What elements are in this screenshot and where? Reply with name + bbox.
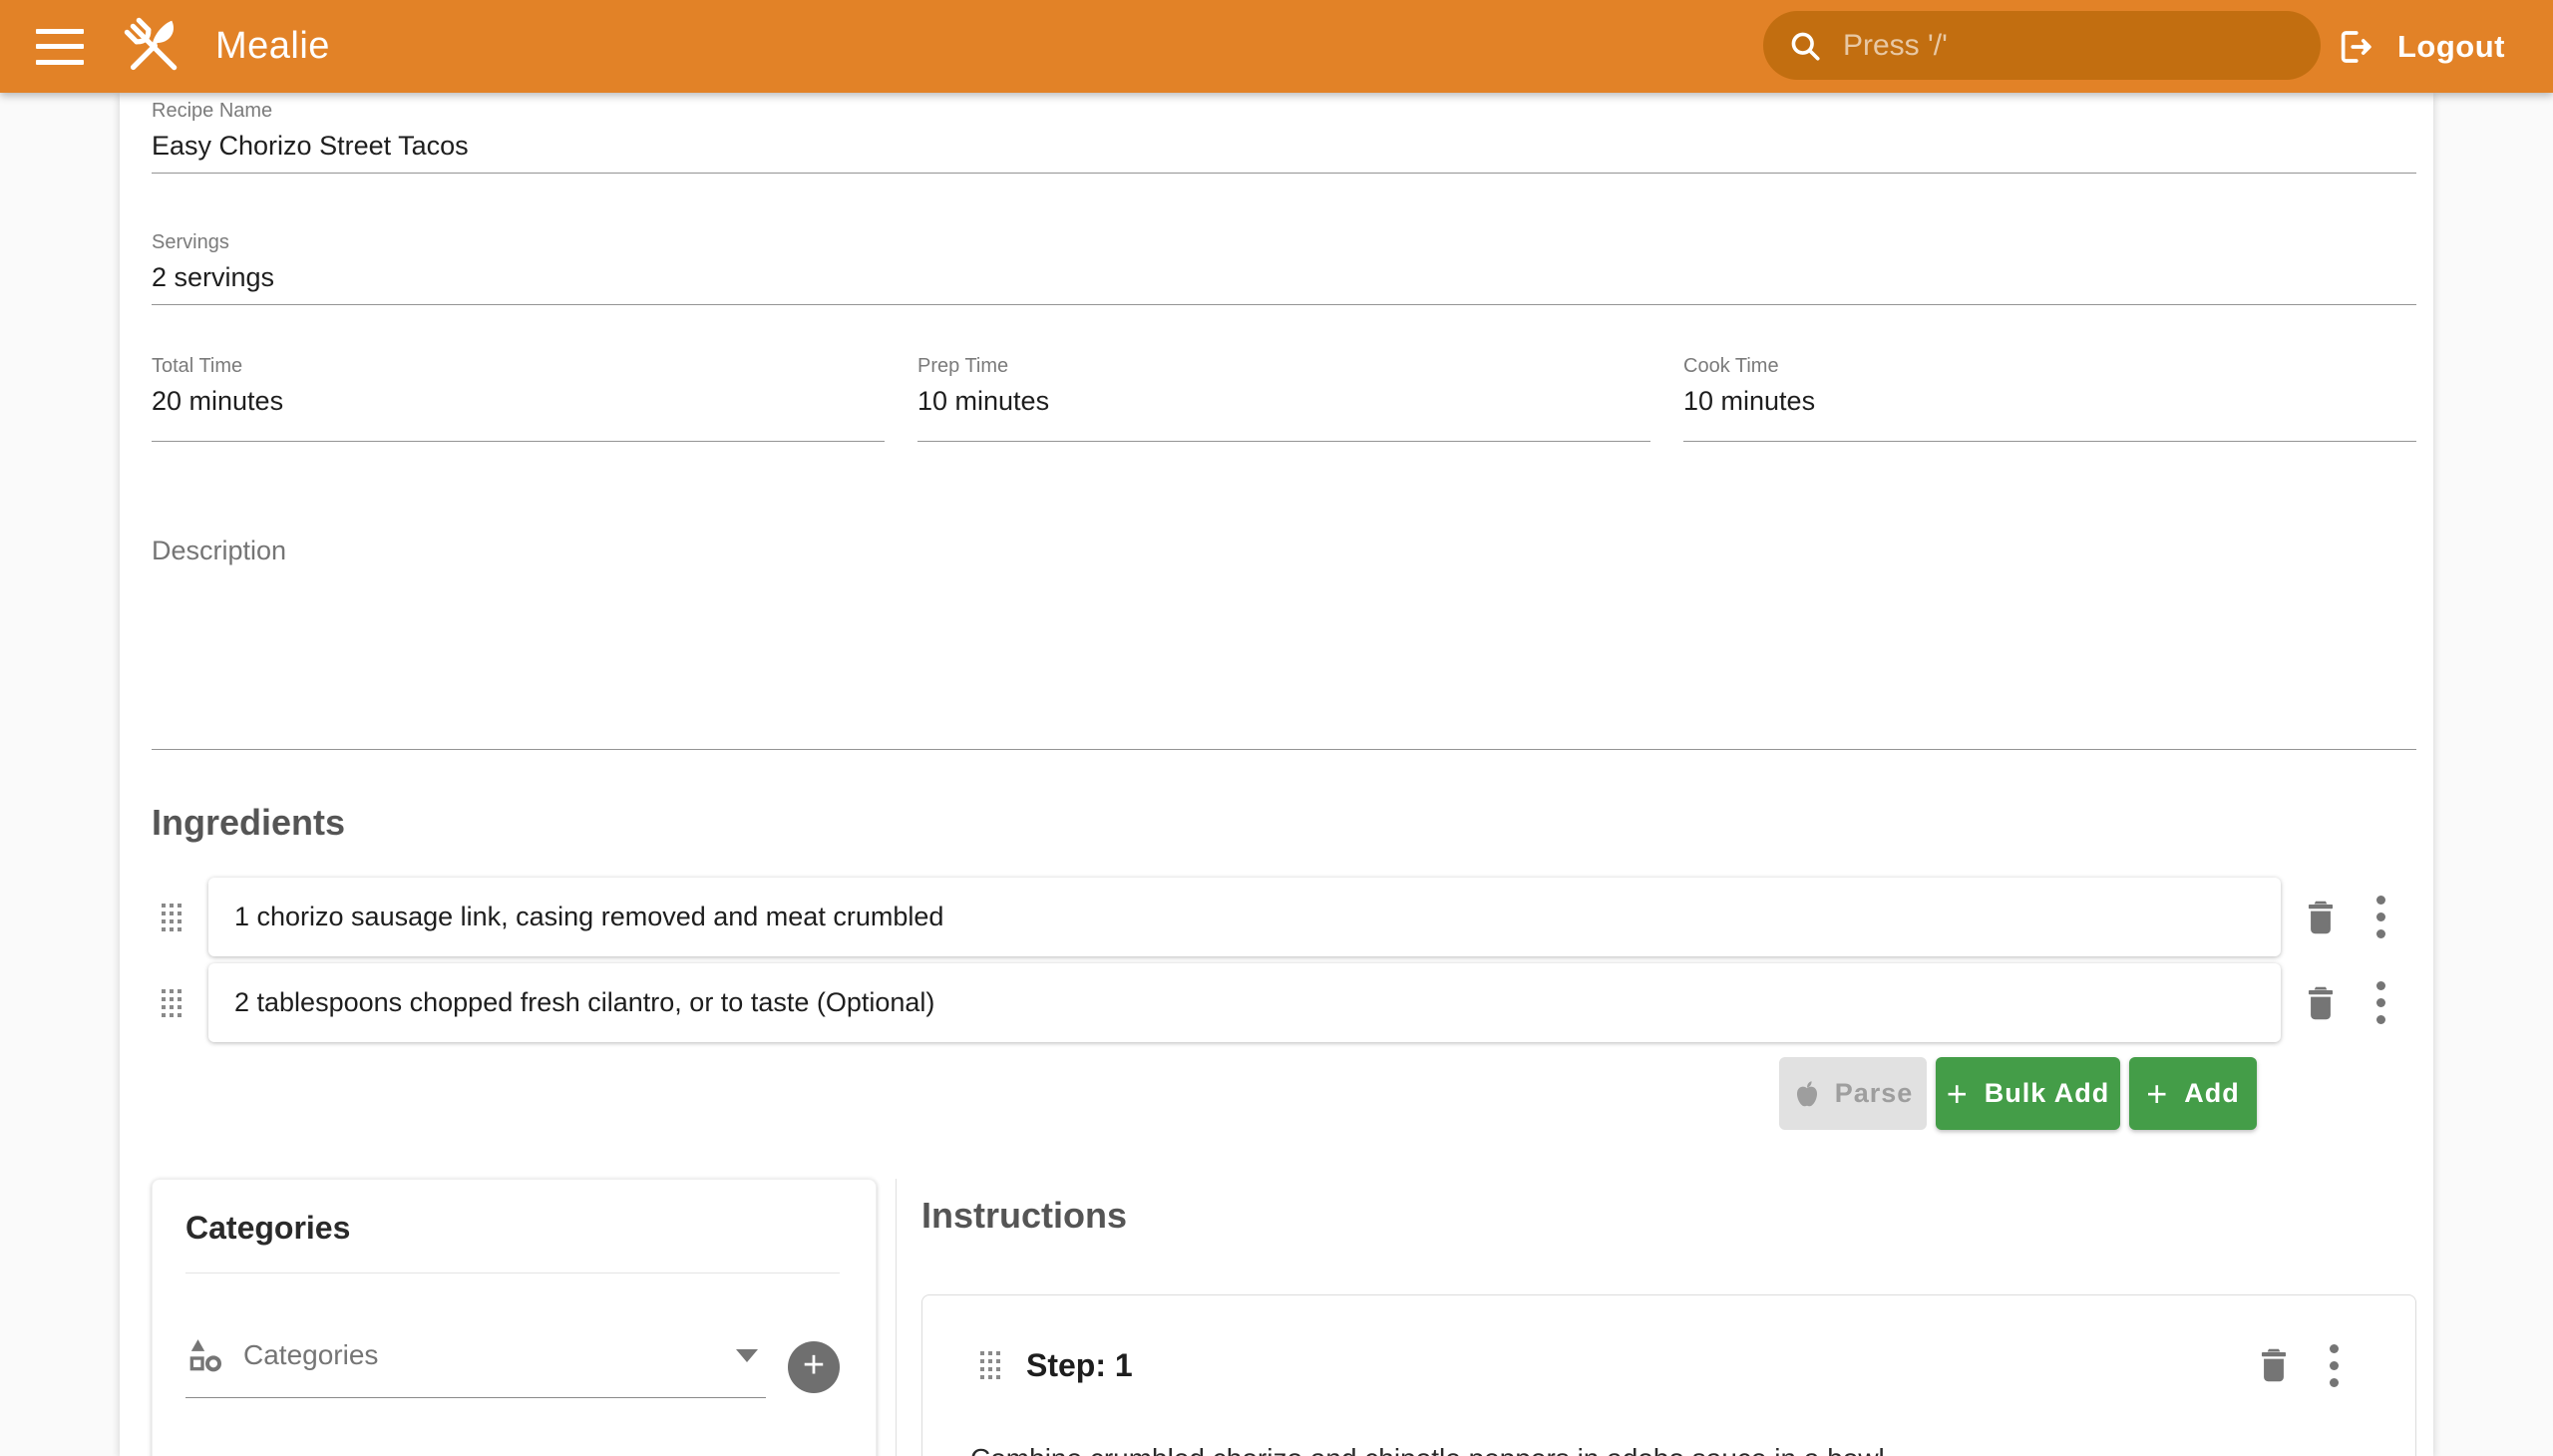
cook-time-field: Cook Time [1683, 355, 2416, 442]
categories-card-title: Categories [185, 1210, 840, 1247]
trash-icon [2257, 1346, 2291, 1384]
drag-handle-icon[interactable] [980, 1351, 1002, 1379]
bulk-add-label: Bulk Add [1985, 1078, 2110, 1109]
plus-icon: + [1947, 1076, 1969, 1112]
app-bar: Mealie Logout [0, 0, 2553, 93]
total-time-label: Total Time [152, 355, 885, 378]
description-field[interactable]: Description [152, 536, 2416, 750]
trash-icon [2304, 899, 2338, 936]
times-row: Total Time Prep Time Cook Time [152, 355, 2416, 442]
categories-column: Categories Categories [152, 1179, 877, 1456]
mealie-logo-icon [118, 11, 189, 83]
categories-card: Categories Categories [152, 1179, 877, 1456]
ingredient-row [152, 878, 2416, 956]
delete-step-button[interactable] [2256, 1343, 2292, 1387]
description-label: Description [152, 536, 2416, 566]
parse-label: Parse [1835, 1078, 1914, 1109]
instructions-column: Instructions Step: 1 [897, 1179, 2416, 1456]
recipe-name-label: Recipe Name [152, 100, 2416, 123]
app-title: Mealie [215, 25, 330, 68]
divider [185, 1273, 840, 1274]
prep-time-field: Prep Time [917, 355, 1650, 442]
add-ingredient-button[interactable]: + Add [2129, 1057, 2257, 1130]
cook-time-label: Cook Time [1683, 355, 2416, 378]
ingredient-actions: Parse + Bulk Add + Add [152, 1057, 2257, 1130]
step-title: Step: 1 [1026, 1347, 1133, 1384]
parse-button[interactable]: Parse [1779, 1057, 1927, 1130]
lower-columns: Categories Categories [152, 1179, 2416, 1456]
prep-time-label: Prep Time [917, 355, 1650, 378]
plus-icon: + [2146, 1076, 2168, 1112]
ingredient-input-card [208, 878, 2281, 956]
drag-handle-icon[interactable] [162, 989, 183, 1017]
ingredient-input[interactable] [234, 902, 2255, 932]
plus-icon: + [803, 1346, 825, 1384]
trash-icon [2304, 984, 2338, 1022]
logout-label: Logout [2397, 29, 2505, 65]
shapes-icon [185, 1335, 225, 1375]
add-label: Add [2184, 1078, 2239, 1109]
step-card: Step: 1 Combine cr [921, 1294, 2416, 1456]
logout-icon [2334, 26, 2375, 68]
delete-ingredient-button[interactable] [2303, 896, 2339, 939]
ingredients-section-title: Ingredients [152, 802, 2416, 844]
total-time-input[interactable] [152, 386, 885, 417]
step-text[interactable]: Combine crumbled chorizo and chipotle pe… [970, 1439, 2352, 1456]
search-icon [1787, 28, 1823, 64]
servings-label: Servings [152, 231, 2416, 254]
recipe-card: Recipe Name Servings Total Time Prep Tim… [120, 93, 2433, 1456]
ingredient-input-card [208, 963, 2281, 1042]
recipe-name-input[interactable] [152, 131, 2416, 162]
categories-select[interactable]: Categories [185, 1335, 766, 1398]
instructions-section-title: Instructions [921, 1195, 2416, 1237]
drag-handle-icon[interactable] [162, 904, 183, 931]
logout-button[interactable]: Logout [2334, 0, 2505, 93]
hamburger-menu-icon[interactable] [36, 29, 84, 65]
mealie-recipe-editor: Mealie Logout Recipe Name Servings [0, 0, 2553, 1456]
bulk-add-button[interactable]: + Bulk Add [1936, 1057, 2120, 1130]
kebab-icon [2376, 896, 2385, 905]
search-field[interactable] [1843, 29, 2297, 63]
ingredient-list [152, 878, 2416, 1042]
categories-select-label: Categories [243, 1339, 378, 1371]
servings-input[interactable] [152, 262, 2416, 293]
ingredient-menu-button[interactable] [2363, 981, 2398, 1025]
kebab-icon [2376, 981, 2385, 990]
kebab-icon [2330, 1344, 2339, 1353]
search-input[interactable] [1763, 11, 2321, 80]
delete-ingredient-button[interactable] [2303, 981, 2339, 1025]
total-time-field: Total Time [152, 355, 885, 442]
ingredient-row [152, 963, 2416, 1042]
ingredient-input[interactable] [234, 987, 2255, 1018]
add-category-button[interactable]: + [788, 1341, 840, 1393]
servings-field: Servings [152, 231, 2416, 305]
ingredient-menu-button[interactable] [2363, 896, 2398, 939]
cook-time-input[interactable] [1683, 386, 2416, 417]
apple-icon [1793, 1079, 1821, 1109]
recipe-name-field: Recipe Name [152, 93, 2416, 174]
chevron-down-icon [736, 1349, 758, 1362]
prep-time-input[interactable] [917, 386, 1650, 417]
step-menu-button[interactable] [2316, 1343, 2352, 1387]
